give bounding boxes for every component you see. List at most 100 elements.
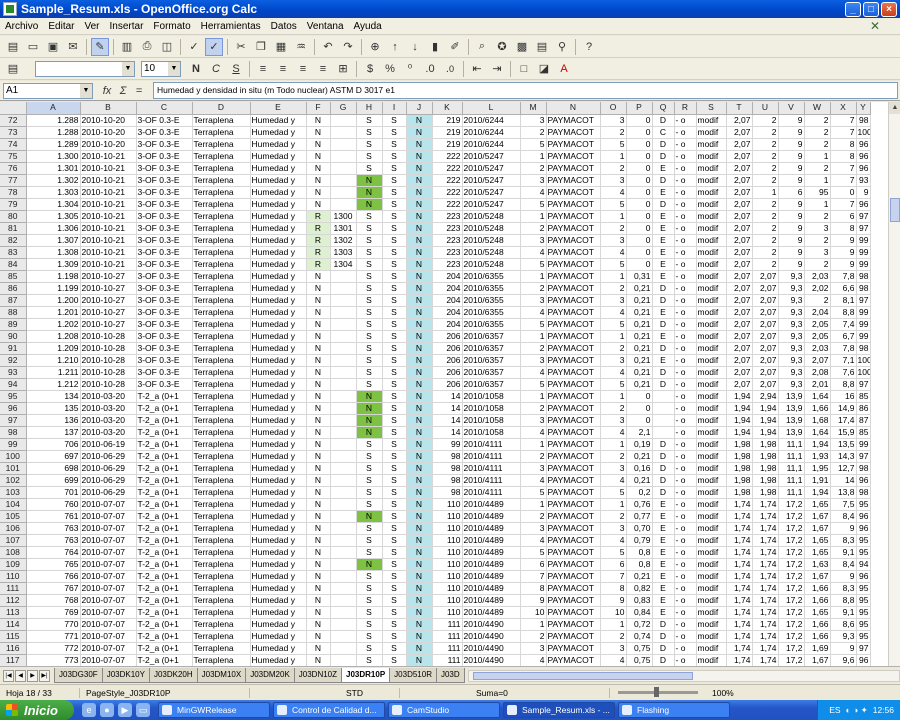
- cell[interactable]: modif: [696, 258, 727, 271]
- cell[interactable]: N: [306, 486, 331, 499]
- cell[interactable]: 1,67: [804, 570, 831, 583]
- cell[interactable]: 1,74: [726, 558, 753, 571]
- cell[interactable]: 2010/5248: [462, 258, 521, 271]
- background-color-icon[interactable]: ◪: [535, 60, 553, 78]
- cell[interactable]: 1,63: [804, 558, 831, 571]
- cell[interactable]: PAYMACOT: [546, 582, 601, 595]
- cell[interactable]: S: [356, 582, 383, 595]
- cell[interactable]: S: [356, 354, 383, 367]
- cell[interactable]: modif: [696, 198, 727, 211]
- cell[interactable]: E: [652, 546, 675, 559]
- cell[interactable]: Terraplena: [192, 366, 251, 379]
- cell[interactable]: 110: [432, 522, 463, 535]
- cell[interactable]: 1.301: [26, 162, 81, 175]
- cell[interactable]: 96: [856, 522, 871, 535]
- cell[interactable]: 0: [626, 150, 653, 163]
- row-header[interactable]: 98: [0, 426, 27, 439]
- cell[interactable]: D: [652, 114, 675, 127]
- cell[interactable]: 5: [520, 546, 547, 559]
- cell[interactable]: 3: [600, 462, 627, 475]
- cell[interactable]: 2010-07-07: [80, 618, 137, 631]
- cell[interactable]: 0,31: [626, 270, 653, 283]
- cell[interactable]: T-2_a (0+1: [136, 402, 193, 415]
- row-header[interactable]: 80: [0, 210, 27, 223]
- cell[interactable]: 3-OF 0.3-E: [136, 126, 193, 139]
- cell[interactable]: Humedad y: [250, 522, 307, 535]
- cell[interactable]: 2010-10-21: [80, 162, 137, 175]
- cell[interactable]: N: [306, 414, 331, 427]
- cell[interactable]: - o: [674, 618, 697, 631]
- cell[interactable]: 1,98: [752, 486, 779, 499]
- cell[interactable]: 9: [778, 162, 805, 175]
- cell[interactable]: 2010-07-07: [80, 534, 137, 547]
- cell[interactable]: 0: [626, 414, 653, 427]
- cell[interactable]: modif: [696, 402, 727, 415]
- cell[interactable]: PAYMACOT: [546, 570, 601, 583]
- cell[interactable]: D: [652, 450, 675, 463]
- cell[interactable]: 4: [600, 306, 627, 319]
- cell[interactable]: [330, 546, 357, 559]
- cell[interactable]: 9,3: [778, 294, 805, 307]
- cell[interactable]: 2,07: [726, 318, 753, 331]
- cell[interactable]: D: [652, 630, 675, 643]
- cell[interactable]: modif: [696, 474, 727, 487]
- cell[interactable]: 2010-10-28: [80, 354, 137, 367]
- cell[interactable]: 4: [520, 534, 547, 547]
- cell[interactable]: 11,1: [778, 438, 805, 451]
- cell[interactable]: 87: [856, 414, 871, 427]
- cell[interactable]: 3: [520, 114, 547, 127]
- cell[interactable]: T-2_a (0+1: [136, 498, 193, 511]
- cell[interactable]: - o: [674, 510, 697, 523]
- cell[interactable]: Terraplena: [192, 138, 251, 151]
- row-header[interactable]: 105: [0, 510, 27, 523]
- cell[interactable]: 2010-10-27: [80, 294, 137, 307]
- cell[interactable]: modif: [696, 270, 727, 283]
- cell[interactable]: - o: [674, 534, 697, 547]
- cell[interactable]: S: [356, 462, 383, 475]
- cell[interactable]: PAYMACOT: [546, 426, 601, 439]
- column-header-d[interactable]: D: [192, 102, 251, 115]
- cell[interactable]: 3: [520, 642, 547, 655]
- hyperlink-icon[interactable]: ⊕: [366, 38, 384, 56]
- cell[interactable]: N: [306, 294, 331, 307]
- cell[interactable]: 4: [520, 306, 547, 319]
- vertical-scroll-thumb[interactable]: [890, 198, 900, 222]
- cell[interactable]: R: [306, 222, 331, 235]
- cell[interactable]: 2010/6357: [462, 378, 521, 391]
- cell[interactable]: Terraplena: [192, 282, 251, 295]
- cell[interactable]: S: [382, 618, 407, 631]
- cell[interactable]: 1,74: [726, 510, 753, 523]
- cell[interactable]: 2010-10-21: [80, 210, 137, 223]
- cell[interactable]: 2010/4490: [462, 654, 521, 666]
- redo-icon[interactable]: ↷: [339, 38, 357, 56]
- undo-icon[interactable]: ↶: [319, 38, 337, 56]
- cell[interactable]: N: [306, 438, 331, 451]
- cell[interactable]: 1: [520, 498, 547, 511]
- cell[interactable]: N: [406, 390, 433, 403]
- cell[interactable]: 1.198: [26, 270, 81, 283]
- cell[interactable]: 99: [856, 438, 871, 451]
- cell[interactable]: 1,74: [726, 606, 753, 619]
- cell[interactable]: 1,74: [752, 654, 779, 666]
- cell[interactable]: [330, 402, 357, 415]
- cell[interactable]: 706: [26, 438, 81, 451]
- cell[interactable]: 4: [600, 534, 627, 547]
- cell[interactable]: Humedad y: [250, 282, 307, 295]
- cell[interactable]: 5: [600, 546, 627, 559]
- cell[interactable]: S: [382, 186, 407, 199]
- cell[interactable]: 2,07: [752, 366, 779, 379]
- cell[interactable]: 1,66: [804, 594, 831, 607]
- cell[interactable]: 2010-03-20: [80, 402, 137, 415]
- cell[interactable]: 2: [752, 126, 779, 139]
- cell[interactable]: [330, 270, 357, 283]
- cell[interactable]: - o: [674, 306, 697, 319]
- cell[interactable]: 7: [520, 570, 547, 583]
- cell[interactable]: 2010-06-29: [80, 486, 137, 499]
- cell[interactable]: Terraplena: [192, 306, 251, 319]
- cell[interactable]: PAYMACOT: [546, 150, 601, 163]
- cell[interactable]: 10: [600, 606, 627, 619]
- cell[interactable]: 2010-03-20: [80, 414, 137, 427]
- cell[interactable]: N: [356, 186, 383, 199]
- cell[interactable]: 6: [600, 558, 627, 571]
- cell[interactable]: 9: [778, 222, 805, 235]
